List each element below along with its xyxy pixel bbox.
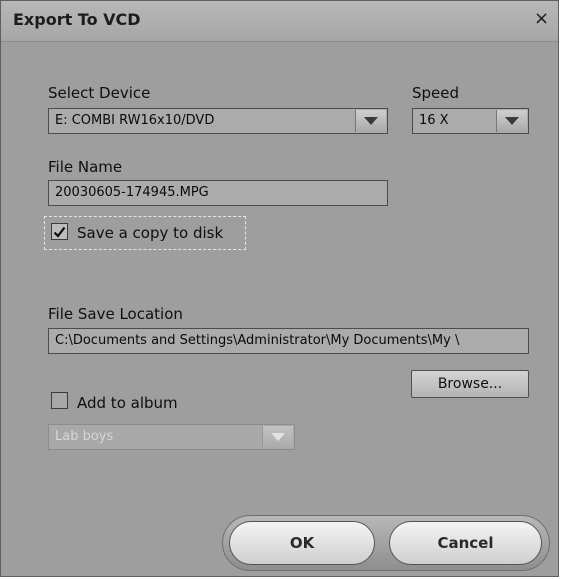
ok-button[interactable]: OK (229, 521, 375, 565)
title-bar: Export To VCD × (1, 1, 558, 42)
chevron-down-icon (505, 117, 519, 125)
dialog-title: Export To VCD (13, 10, 141, 29)
speed-select-value: 16 X (419, 113, 449, 128)
add-to-album-label[interactable]: Add to album (77, 394, 178, 412)
select-device-label: Select Device (48, 84, 151, 102)
file-name-label: File Name (48, 158, 123, 176)
cancel-button[interactable]: Cancel (389, 521, 542, 565)
file-name-value: 20030605-174945.MPG (55, 185, 209, 200)
device-dropdown-button[interactable] (355, 110, 386, 132)
close-icon[interactable]: × (534, 10, 549, 28)
chevron-down-icon (271, 433, 285, 441)
file-save-location-input[interactable]: C:\Documents and Settings\Administrator\… (48, 328, 529, 354)
device-select-value: E: COMBI RW16x10/DVD (55, 113, 215, 128)
file-name-input[interactable]: 20030605-174945.MPG (48, 180, 388, 206)
speed-label: Speed (412, 84, 460, 102)
speed-select[interactable]: 16 X (412, 108, 529, 134)
chevron-down-icon (364, 117, 378, 125)
album-select: Lab boys (48, 424, 295, 450)
add-to-album-checkbox[interactable] (51, 392, 68, 409)
checkmark-icon (53, 226, 66, 238)
speed-dropdown-button[interactable] (496, 110, 527, 132)
album-select-value: Lab boys (55, 429, 114, 444)
save-copy-checkbox[interactable] (51, 223, 68, 240)
file-save-location-value: C:\Documents and Settings\Administrator\… (55, 333, 460, 348)
export-to-vcd-dialog: Export To VCD × Select Device E: COMBI R… (0, 0, 559, 577)
file-save-location-label: File Save Location (48, 305, 183, 323)
album-dropdown-button (262, 426, 293, 448)
browse-button[interactable]: Browse... (411, 370, 529, 398)
device-select[interactable]: E: COMBI RW16x10/DVD (48, 108, 388, 134)
save-copy-label[interactable]: Save a copy to disk (77, 224, 223, 242)
